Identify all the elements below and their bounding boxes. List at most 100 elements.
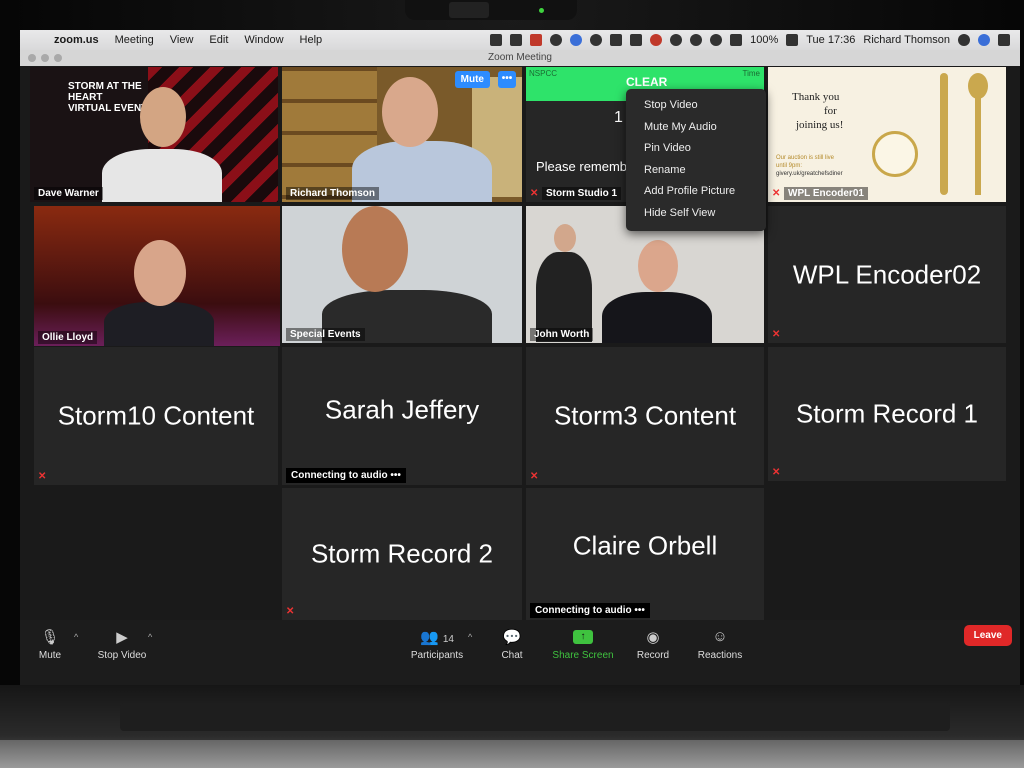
participants-icon: 👥 14: [420, 629, 454, 646]
mute-participant-button[interactable]: Mute: [454, 71, 490, 88]
menu-meeting[interactable]: Meeting: [107, 34, 162, 46]
laptop-keyboard-deck: [0, 685, 1024, 768]
more-options-button[interactable]: •••: [498, 71, 516, 88]
spoon-icon: [968, 73, 988, 99]
siri-icon[interactable]: [978, 34, 990, 46]
participant-name: Storm Record 2: [310, 538, 494, 569]
clear-label: CLEAR: [626, 75, 668, 89]
video-tile-special-events[interactable]: Special Events: [282, 206, 522, 343]
video-tile-claire-orbell[interactable]: Claire Orbell Connecting to audio •••: [526, 488, 764, 620]
menu-item-rename[interactable]: Rename: [626, 160, 766, 182]
share-screen-icon: ↑: [573, 630, 593, 644]
zoom-tray-icon[interactable]: [490, 34, 503, 46]
menu-window[interactable]: Window: [236, 34, 291, 46]
webcam-housing: [405, 0, 577, 20]
mail-tray-icon[interactable]: [610, 34, 623, 46]
participant-name: Storm Studio 1: [542, 187, 622, 200]
menu-item-stop-video[interactable]: Stop Video: [626, 95, 766, 117]
chat-icon: 💬: [502, 629, 522, 646]
reactions-label: Reactions: [697, 650, 743, 661]
menu-item-mute-my-audio[interactable]: Mute My Audio: [626, 117, 766, 139]
stop-video-button[interactable]: ▶ Stop Video: [92, 628, 152, 661]
menu-view[interactable]: View: [162, 34, 202, 46]
video-camera-icon: ▶: [116, 629, 128, 646]
participant-name: Sarah Jeffery: [324, 394, 480, 425]
video-tile-richard-thomson[interactable]: Mute ••• Richard Thomson: [282, 67, 522, 202]
time-machine-icon[interactable]: [670, 34, 683, 46]
battery-icon[interactable]: [786, 34, 799, 46]
camera-led: [539, 8, 544, 13]
video-tile-wpl-encoder02[interactable]: WPL Encoder02 ✕: [768, 206, 1006, 343]
app-tray-icon[interactable]: [530, 34, 543, 46]
close-window-button[interactable]: [28, 54, 36, 62]
muted-mic-icon: ✕: [772, 329, 781, 340]
safari-tray-icon[interactable]: [590, 34, 603, 46]
chat-label: Chat: [501, 650, 523, 661]
participants-button[interactable]: 👥 14 Participants: [402, 628, 472, 661]
camera-sensor: [449, 2, 489, 18]
notification-center-icon[interactable]: [998, 34, 1010, 46]
keyboard-edge: [0, 740, 1024, 768]
minimize-window-button[interactable]: [41, 54, 49, 62]
menu-item-add-profile-picture[interactable]: Add Profile Picture: [626, 181, 766, 203]
window-title: Zoom Meeting: [488, 52, 552, 63]
video-tile-storm3-content[interactable]: Storm3 Content ✕: [526, 347, 764, 485]
participant-name: Ollie Lloyd: [38, 331, 98, 344]
window-controls: [28, 54, 62, 62]
video-tile-storm-record-1[interactable]: Storm Record 1 ✕: [768, 347, 1006, 481]
volume-icon[interactable]: [730, 34, 743, 46]
screen: zoom.us Meeting View Edit Window Help 10…: [20, 30, 1020, 685]
participants-chevron-icon[interactable]: ^: [468, 632, 472, 642]
participant-name: John Worth: [530, 328, 594, 341]
window-title-bar: Zoom Meeting: [20, 50, 1020, 66]
auction-line-2: until 9pm:: [776, 163, 803, 169]
zoom-window-button[interactable]: [54, 54, 62, 62]
spotlight-search-icon[interactable]: [958, 34, 970, 46]
participant-count: 14: [442, 634, 454, 645]
time-tag: Time: [742, 69, 760, 78]
auction-line-1: Our auction is still live: [776, 155, 835, 161]
audio-options-chevron-icon[interactable]: ^: [74, 632, 78, 642]
muted-mic-icon: ✕: [772, 467, 781, 478]
muted-mic-icon: ✕: [286, 606, 295, 617]
video-tile-wpl-encoder01[interactable]: Thank you for joining us! Our auction is…: [768, 67, 1006, 202]
record-tray-icon[interactable]: [650, 34, 663, 46]
video-tile-storm10-content[interactable]: Storm10 Content ✕: [34, 347, 278, 485]
drive-sync-icon[interactable]: [630, 34, 643, 46]
reactions-button[interactable]: ☺ Reactions: [694, 628, 746, 661]
record-button[interactable]: ◉ Record: [632, 628, 674, 661]
menu-clock[interactable]: Tue 17:36: [806, 34, 855, 46]
video-options-chevron-icon[interactable]: ^: [148, 632, 152, 642]
menu-user[interactable]: Richard Thomson: [863, 34, 950, 46]
video-tile-sarah-jeffery[interactable]: Sarah Jeffery Connecting to audio •••: [282, 347, 522, 485]
record-icon: ◉: [646, 629, 660, 646]
bluetooth-icon[interactable]: [690, 34, 703, 46]
video-tile-ollie-lloyd[interactable]: Ollie Lloyd: [34, 206, 280, 346]
muted-mic-icon: ✕: [530, 188, 539, 199]
mac-menu-bar: zoom.us Meeting View Edit Window Help 10…: [20, 30, 1020, 50]
wifi-icon[interactable]: [710, 34, 723, 46]
mute-button[interactable]: 🎙 Mute: [32, 628, 68, 661]
participant-name: Claire Orbell: [572, 530, 718, 561]
participant-name: WPL Encoder02: [792, 259, 982, 289]
menu-app[interactable]: zoom.us: [46, 34, 107, 46]
creative-cloud-icon[interactable]: [550, 34, 563, 46]
participant-name: Storm10 Content: [57, 400, 255, 431]
participant-name: Storm Record 1: [795, 398, 979, 429]
muted-mic-icon: ✕: [530, 471, 539, 482]
menu-item-hide-self-view[interactable]: Hide Self View: [626, 203, 766, 225]
auction-url: givery.uk/greatchefsdiner: [776, 171, 843, 177]
chat-button[interactable]: 💬 Chat: [494, 628, 530, 661]
menu-item-pin-video[interactable]: Pin Video: [626, 138, 766, 160]
leave-button[interactable]: Leave: [963, 625, 1012, 646]
muted-mic-icon: ✕: [772, 188, 781, 199]
menu-edit[interactable]: Edit: [201, 34, 236, 46]
drive-tray-icon[interactable]: [510, 34, 523, 46]
share-screen-button[interactable]: ↑ Share Screen: [548, 628, 618, 661]
video-tile-storm-record-2[interactable]: Storm Record 2 ✕: [282, 488, 522, 620]
connecting-audio-status: Connecting to audio •••: [530, 603, 650, 618]
video-tile-dave-warner[interactable]: STORM AT THE HEART VIRTUAL EVENT Dave Wa…: [30, 67, 278, 202]
menu-help[interactable]: Help: [292, 34, 331, 46]
muted-mic-icon: ✕: [38, 471, 47, 482]
sync-tray-icon[interactable]: [570, 34, 583, 46]
